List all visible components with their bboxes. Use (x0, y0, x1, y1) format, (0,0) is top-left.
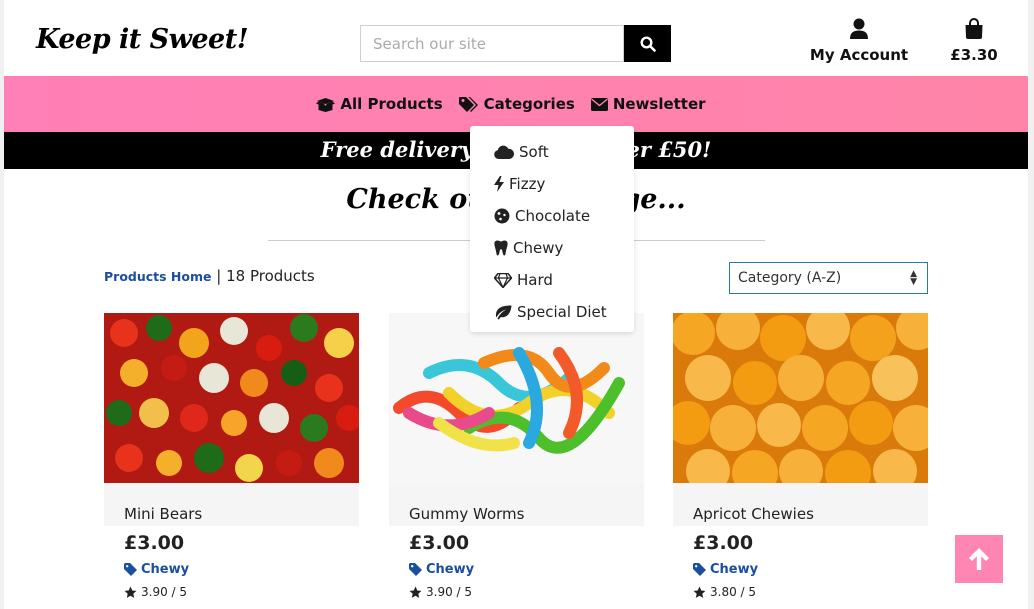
shopping-bag-icon (965, 18, 983, 39)
category-item-label: Fizzy (509, 175, 546, 193)
category-item-label: Chewy (513, 239, 564, 257)
back-to-top-button[interactable] (955, 535, 1003, 583)
product-count: 18 Products (226, 267, 315, 285)
categories-dropdown: Soft Fizzy Chocolate Chewy Hard Special … (470, 126, 634, 332)
product-rating: 3.80 / 5 (693, 585, 756, 599)
category-item-label: Soft (519, 143, 549, 161)
tag-icon (124, 563, 137, 576)
nav-newsletter[interactable]: Newsletter (590, 95, 706, 113)
my-account-link[interactable]: My Account (804, 18, 914, 64)
product-image[interactable] (673, 313, 928, 483)
product-rating: 3.90 / 5 (409, 585, 472, 599)
product-price: £3.00 (124, 532, 185, 554)
product-rating-value: 3.90 / 5 (141, 585, 188, 599)
product-name: Apricot Chewies (693, 505, 814, 523)
nav-newsletter-label: Newsletter (612, 95, 706, 113)
nav-all-products-label: All Products (340, 95, 443, 113)
product-category-link[interactable]: Chewy (124, 562, 189, 577)
bolt-icon (494, 176, 504, 192)
category-item-label: Chocolate (515, 207, 591, 225)
bag-total: £3.30 (950, 46, 998, 64)
nav-all-products[interactable]: All Products (316, 95, 443, 113)
breadcrumb: Products Home | 18 Products (104, 267, 315, 285)
tags-icon (458, 96, 478, 112)
cloud-icon (494, 145, 514, 159)
category-item-hard[interactable]: Hard (470, 264, 634, 296)
site-logo[interactable]: Keep it Sweet! (36, 24, 249, 55)
search-form (360, 25, 671, 62)
my-account-label: My Account (809, 46, 909, 64)
category-item-chewy[interactable]: Chewy (470, 232, 634, 264)
product-name: Gummy Worms (409, 505, 525, 523)
gem-icon (494, 272, 512, 288)
user-icon (850, 18, 868, 39)
search-button[interactable] (624, 25, 671, 62)
product-rating: 3.90 / 5 (124, 585, 187, 599)
cookie-icon (494, 208, 510, 224)
star-icon (124, 586, 137, 598)
category-item-label: Special Diet (517, 303, 607, 321)
page-frame: Keep it Sweet! My Account £3.30 (4, 0, 1028, 609)
product-rating-value: 3.90 / 5 (426, 585, 473, 599)
box-open-icon (316, 97, 336, 112)
product-rating-value: 3.80 / 5 (710, 585, 757, 599)
main-nav: All Products Categories Newsletter (4, 76, 1028, 132)
product-card[interactable]: Apricot Chewies £3.00 Chewy 3.80 / 5 (673, 313, 928, 609)
breadcrumb-separator: | (216, 267, 222, 285)
shopping-bag-link[interactable]: £3.30 (944, 18, 1004, 64)
category-item-special-diet[interactable]: Special Diet (470, 296, 634, 328)
product-price: £3.00 (409, 532, 470, 554)
search-icon (639, 35, 656, 52)
tag-icon (409, 563, 422, 576)
product-image[interactable] (104, 313, 359, 483)
star-icon (409, 586, 422, 598)
search-input[interactable] (360, 25, 624, 62)
tag-icon (693, 563, 706, 576)
product-image[interactable] (389, 313, 644, 483)
envelope-icon (590, 97, 608, 111)
category-item-chocolate[interactable]: Chocolate (470, 200, 634, 232)
sort-arrows-icon: ▲ ▼ (910, 269, 917, 287)
nav-categories[interactable]: Categories (458, 95, 575, 113)
product-category-link[interactable]: Chewy (693, 562, 758, 577)
category-item-soft[interactable]: Soft (470, 136, 634, 168)
arrow-up-icon (969, 548, 989, 570)
leaf-icon (495, 305, 512, 319)
category-item-label: Hard (517, 271, 553, 289)
product-name: Mini Bears (124, 505, 203, 523)
category-item-fizzy[interactable]: Fizzy (470, 168, 634, 200)
product-category-label: Chewy (710, 562, 759, 577)
product-card[interactable]: Gummy Worms £3.00 Chewy 3.90 / 5 (389, 313, 644, 609)
nav-categories-label: Categories (483, 95, 575, 113)
star-icon (693, 586, 706, 598)
sort-select[interactable]: Category (A-Z) ▲ ▼ (729, 262, 928, 294)
products-home-link[interactable]: Products Home (104, 269, 212, 284)
product-category-label: Chewy (426, 562, 475, 577)
sort-selected-value: Category (A-Z) (738, 270, 842, 286)
product-card[interactable]: Mini Bears £3.00 Chewy 3.90 / 5 (104, 313, 359, 609)
product-category-link[interactable]: Chewy (409, 562, 474, 577)
tooth-icon (494, 240, 508, 256)
site-header: Keep it Sweet! My Account £3.30 (4, 0, 1028, 76)
product-category-label: Chewy (141, 562, 190, 577)
product-price: £3.00 (693, 532, 754, 554)
